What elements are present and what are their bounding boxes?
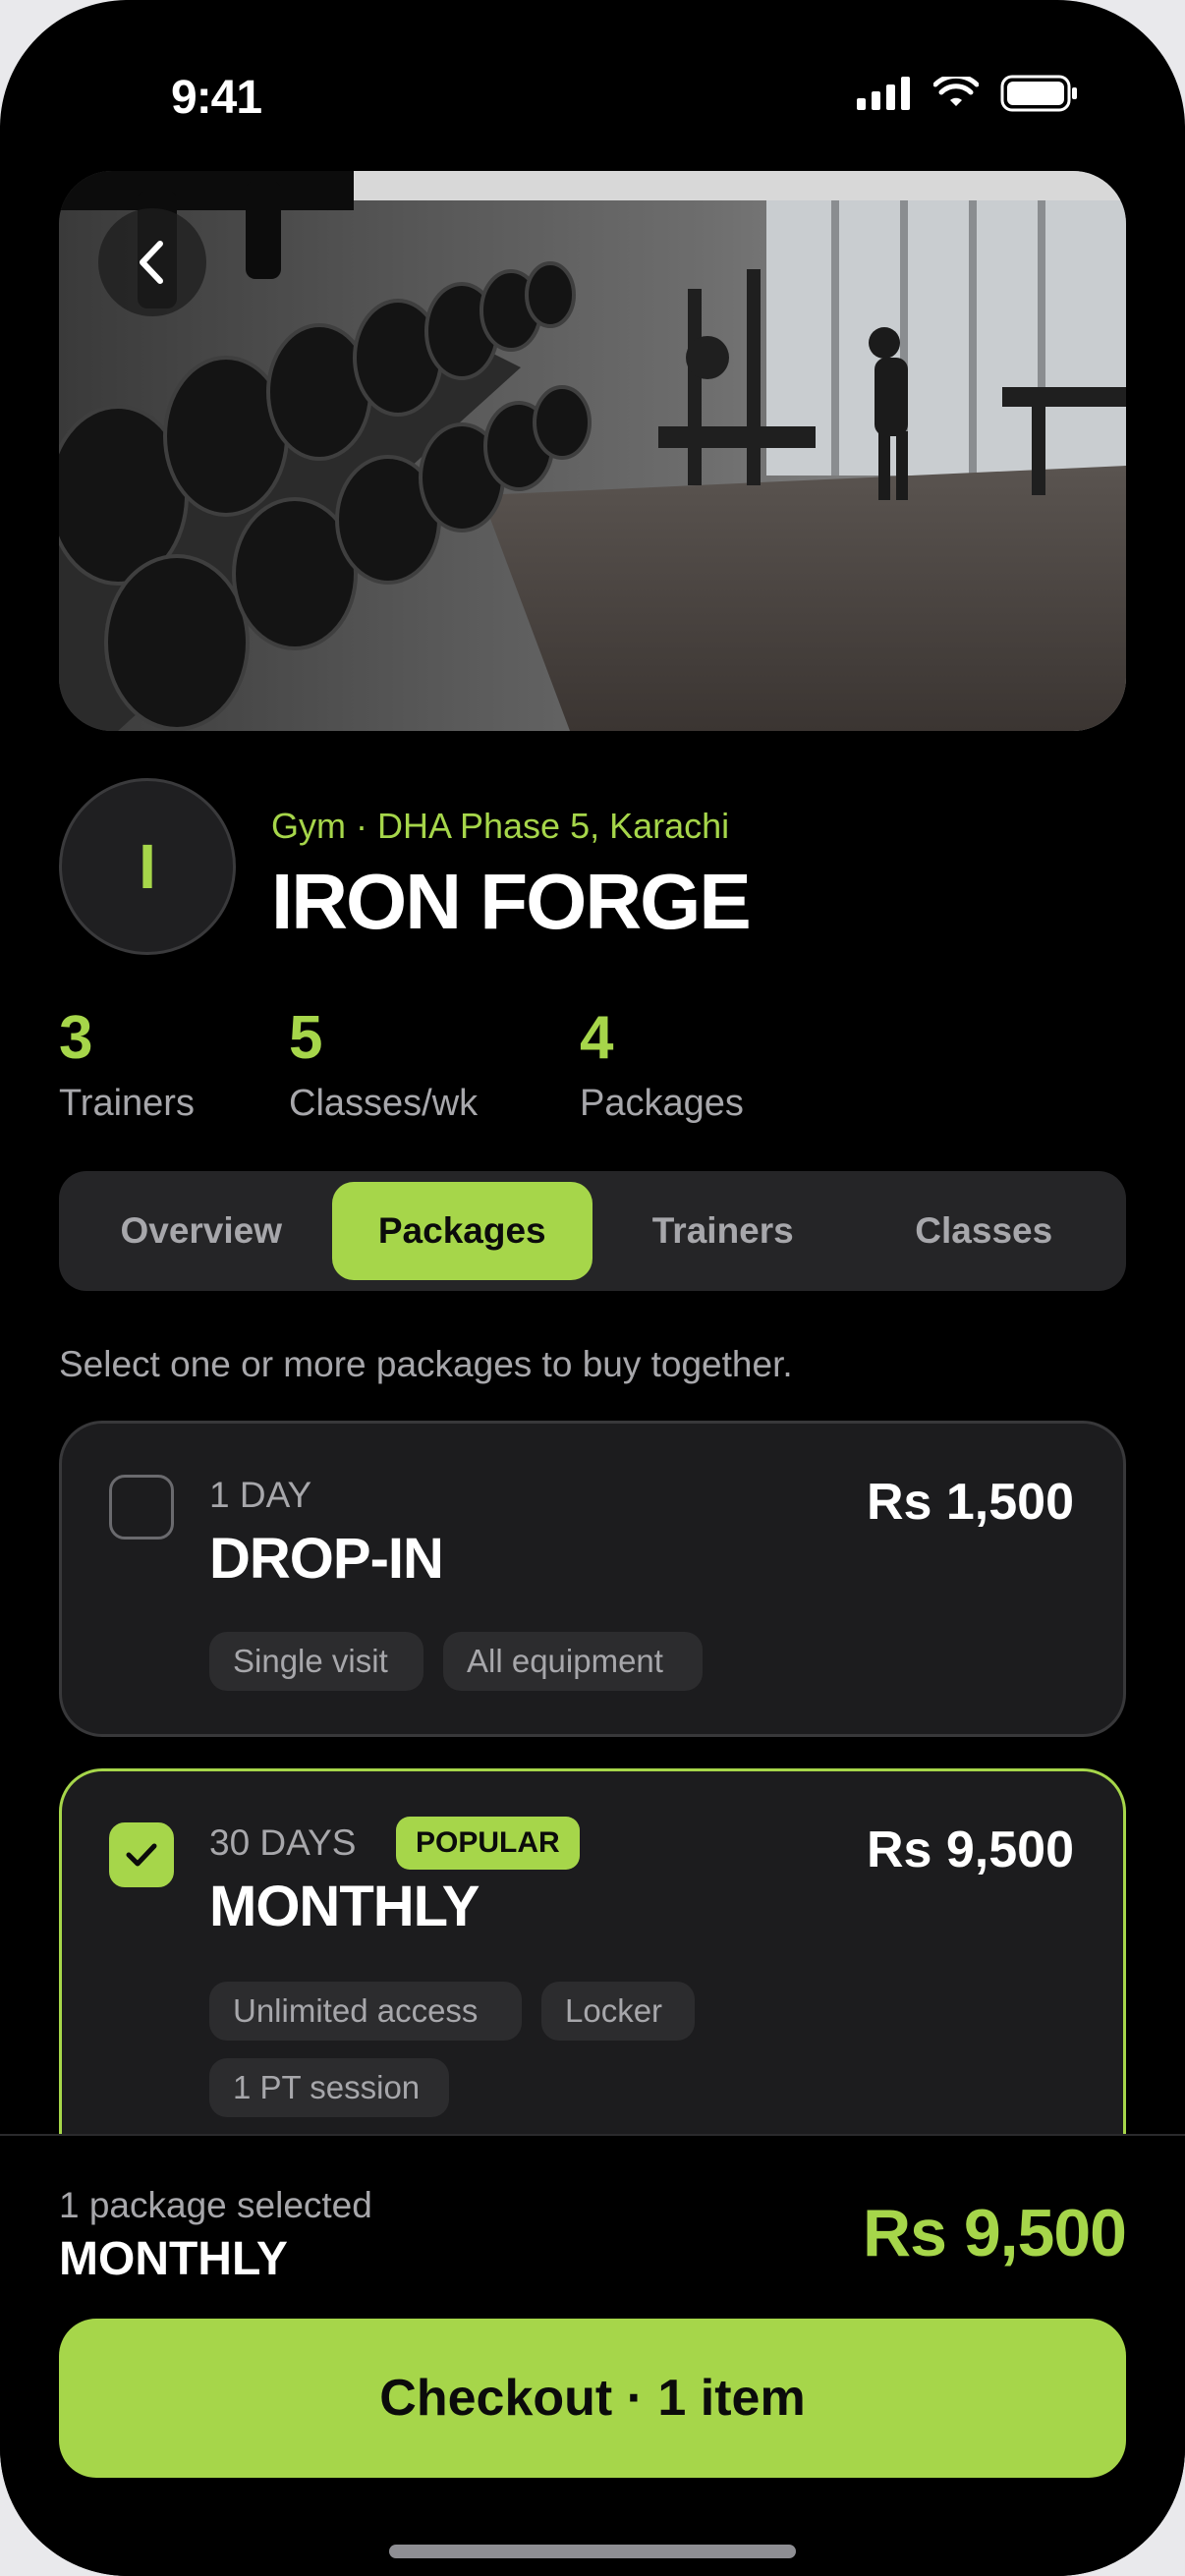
package-name: DROP-IN (209, 1527, 444, 1591)
stat-label: Trainers (59, 1083, 195, 1124)
chevron-left-icon (140, 241, 163, 284)
status-time: 9:41 (171, 72, 262, 124)
selected-count: 1 package selected (59, 2185, 372, 2225)
stat-label: Packages (580, 1083, 744, 1124)
checkout-sheet: 1 package selected MONTHLY Rs 9,500 Chec… (0, 2134, 1185, 2576)
package-price: Rs 9,500 (866, 1821, 1074, 1878)
popular-badge: POPULAR (396, 1817, 580, 1870)
package-checkbox[interactable] (109, 1475, 174, 1540)
stat-value: 5 (289, 1004, 323, 1072)
stat-classes: 5 Classes/wk (289, 1004, 478, 1128)
stat-value: 4 (580, 1004, 614, 1072)
feature-chip: 1 PT session (209, 2058, 449, 2117)
selected-package-name: MONTHLY (59, 2233, 288, 2285)
phone-screen: 9:41 I Gym · DHA Phase 5, Karachi IRON F… (0, 0, 1185, 2576)
package-price: Rs 1,500 (866, 1474, 1074, 1531)
tab-classes[interactable]: Classes (854, 1182, 1115, 1280)
feature-chip: Unlimited access (209, 1982, 522, 2041)
feature-chip: All equipment (443, 1632, 703, 1691)
signal-icon (857, 77, 910, 110)
package-card-monthly[interactable]: 30 DAYS POPULAR MONTHLY Rs 9,500 Unlimit… (59, 1768, 1126, 2181)
total-price: Rs 9,500 (863, 2196, 1127, 2270)
section-tabs: Overview Packages Trainers Classes (59, 1171, 1126, 1291)
back-button[interactable] (98, 208, 206, 316)
tab-packages[interactable]: Packages (331, 1182, 592, 1280)
gym-name: IRON FORGE (271, 858, 752, 945)
feature-chip: Single visit (209, 1632, 423, 1691)
package-name: MONTHLY (209, 1875, 480, 1938)
stat-packages: 4 Packages (580, 1004, 744, 1128)
feature-chip: Locker (541, 1982, 695, 2041)
wifi-icon (933, 77, 979, 106)
stat-trainers: 3 Trainers (59, 1004, 195, 1128)
home-indicator (389, 2545, 796, 2558)
package-card-drop-in[interactable]: 1 DAY DROP-IN Rs 1,500 Single visit All … (59, 1421, 1126, 1737)
tab-trainers[interactable]: Trainers (592, 1182, 854, 1280)
helper-text: Select one or more packages to buy toget… (59, 1344, 793, 1384)
package-duration: 30 DAYS (209, 1822, 357, 1863)
checkout-button[interactable]: Checkout · 1 item (59, 2319, 1126, 2478)
status-icons (857, 75, 1079, 112)
package-checkbox-checked[interactable] (109, 1822, 174, 1887)
package-duration: 1 DAY (209, 1475, 312, 1515)
gym-hero-image (59, 171, 1126, 731)
stat-label: Classes/wk (289, 1083, 479, 1124)
tab-overview[interactable]: Overview (71, 1182, 332, 1280)
stat-value: 3 (59, 1004, 93, 1072)
gym-avatar: I (59, 778, 236, 955)
dumbbell-rack-photo (59, 171, 1126, 731)
battery-icon (1000, 75, 1077, 112)
gym-category-location: Gym · DHA Phase 5, Karachi (271, 806, 730, 846)
checkmark-icon (126, 1843, 157, 1867)
